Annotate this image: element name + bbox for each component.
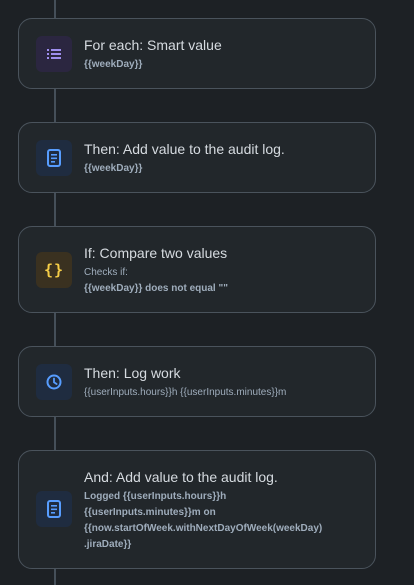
flow-connector: [54, 192, 56, 226]
detail-line: {{userInputs.minutes}}m on: [84, 507, 216, 518]
step-card-audit-log[interactable]: Then: Add value to the audit log. {{week…: [18, 122, 376, 193]
flow-connector: [54, 88, 56, 122]
step-detail: {{weekDay}}: [84, 59, 143, 70]
step-detail: {{weekDay}} does not equal "": [84, 283, 228, 294]
clock-icon: [36, 364, 72, 400]
step-title: Then: Log work: [84, 365, 181, 381]
detail-line: {{now.startOfWeek.withNextDayOfWeek(week…: [84, 523, 323, 534]
step-detail: Logged {{userInputs.hours}}h {{userInput…: [84, 489, 322, 553]
flow-connector: [54, 0, 56, 18]
step-card-log-work[interactable]: Then: Log work {{userInputs.hours}}h {{u…: [18, 346, 376, 417]
step-title: If: Compare two values: [84, 245, 228, 261]
list-icon: [36, 36, 72, 72]
document-icon: [36, 491, 72, 527]
flow-connector: [54, 568, 56, 585]
detail-line: Logged {{userInputs.hours}}h: [84, 491, 227, 502]
flow-connector: [54, 312, 56, 346]
curly-braces-icon: {}: [36, 252, 72, 288]
step-label: Checks if:: [84, 267, 128, 278]
step-card-audit-log-final[interactable]: And: Add value to the audit log. Logged …: [18, 450, 376, 569]
step-title: Then: Add value to the audit log.: [84, 141, 285, 157]
step-title: For each: Smart value: [84, 37, 222, 53]
step-card-compare[interactable]: {} If: Compare two values Checks if: {{w…: [18, 226, 376, 313]
detail-line: .jiraDate}}: [84, 539, 132, 550]
step-detail: {{weekDay}}: [84, 163, 143, 174]
step-card-for-each[interactable]: For each: Smart value {{weekDay}}: [18, 18, 376, 89]
flow-connector: [54, 416, 56, 450]
document-icon: [36, 140, 72, 176]
step-detail: {{userInputs.hours}}h {{userInputs.minut…: [84, 387, 287, 398]
step-title: And: Add value to the audit log.: [84, 469, 278, 485]
